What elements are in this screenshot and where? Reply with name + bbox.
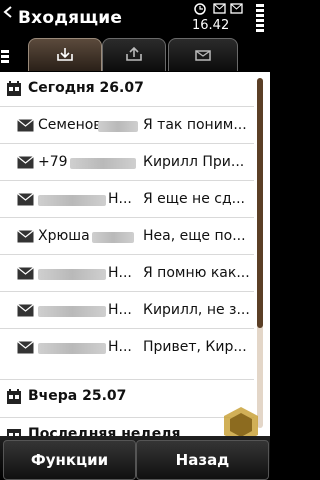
clock: 16.42 (192, 18, 230, 33)
list-item[interactable]: Хрюша Неа, еще по... (0, 217, 254, 255)
tab-folders[interactable] (168, 38, 238, 71)
message-preview: Неа, еще по... (143, 228, 246, 244)
page-title: Входящие (18, 8, 123, 28)
message-preview: Кирилл При... (143, 154, 245, 170)
message-preview: Кирилл, не з... (143, 302, 250, 318)
softkey-bar: Функции Назад (0, 436, 270, 480)
redacted-text (70, 158, 136, 169)
envelope-icon (17, 267, 34, 280)
message-sender: Н... (108, 302, 132, 318)
group-label: Сегодня 26.07 (28, 80, 144, 96)
redacted-text (98, 121, 138, 132)
message-sender: +79 (38, 154, 68, 170)
tab-outbox[interactable] (102, 38, 166, 71)
group-header-last-week[interactable]: Последняя неделя (0, 417, 254, 436)
envelope-icon (17, 341, 34, 354)
inbox-icon (57, 48, 73, 61)
scrollbar-thumb[interactable] (257, 78, 263, 328)
message-preview: Я так поним... (143, 117, 247, 133)
envelope-icon (17, 230, 34, 243)
message-sender: Семенов (38, 117, 102, 133)
calendar-icon (7, 389, 21, 404)
list-item[interactable]: Н... Я еще не сд... (0, 180, 254, 218)
list-item[interactable]: +79 Кирилл При... (0, 143, 254, 181)
message-preview: Я еще не сд... (143, 191, 245, 207)
list-item[interactable]: Н... Я помню как... (0, 254, 254, 292)
group-header-today[interactable]: Сегодня 26.07 (0, 72, 254, 106)
envelope-icon (17, 304, 34, 317)
battery-icon (256, 4, 264, 32)
redacted-text (38, 343, 106, 354)
redacted-text (38, 195, 106, 206)
message-list: Сегодня 26.07 Семенов Я так поним... +79… (0, 72, 270, 436)
group-label: Последняя неделя (28, 426, 181, 436)
calendar-icon (7, 81, 21, 96)
back-button[interactable]: Назад (136, 440, 269, 480)
status-bar: Входящие 16.42 (0, 0, 270, 38)
message-sender: Н... (108, 339, 132, 355)
outbox-icon (126, 46, 142, 61)
group-label: Вчера 25.07 (28, 388, 127, 404)
message-preview: Я помню как... (143, 265, 250, 281)
envelope-icon (17, 156, 34, 169)
list-item[interactable]: Н... Привет, Кир... (0, 328, 254, 366)
message-sender: Хрюша (38, 228, 90, 244)
message-sender: Н... (108, 191, 132, 207)
status-icons (194, 3, 243, 15)
back-chevron-icon (3, 6, 12, 18)
envelope-icon (17, 193, 34, 206)
tab-inbox[interactable] (28, 38, 102, 71)
folder-mail-icon (195, 50, 211, 61)
list-item[interactable]: Н... Кирилл, не з... (0, 291, 254, 329)
message-preview: Привет, Кир... (143, 339, 247, 355)
tab-bar: 3G (0, 38, 270, 88)
redacted-text (38, 306, 106, 317)
envelope-icon (17, 119, 34, 132)
redacted-text (38, 269, 106, 280)
redacted-text (92, 232, 134, 243)
group-header-yesterday[interactable]: Вчера 25.07 (0, 379, 254, 414)
signal-icon (1, 50, 9, 63)
calendar-icon (7, 429, 21, 436)
functions-button[interactable]: Функции (3, 440, 136, 480)
list-item[interactable]: Семенов Я так поним... (0, 106, 254, 144)
message-sender: Н... (108, 265, 132, 281)
